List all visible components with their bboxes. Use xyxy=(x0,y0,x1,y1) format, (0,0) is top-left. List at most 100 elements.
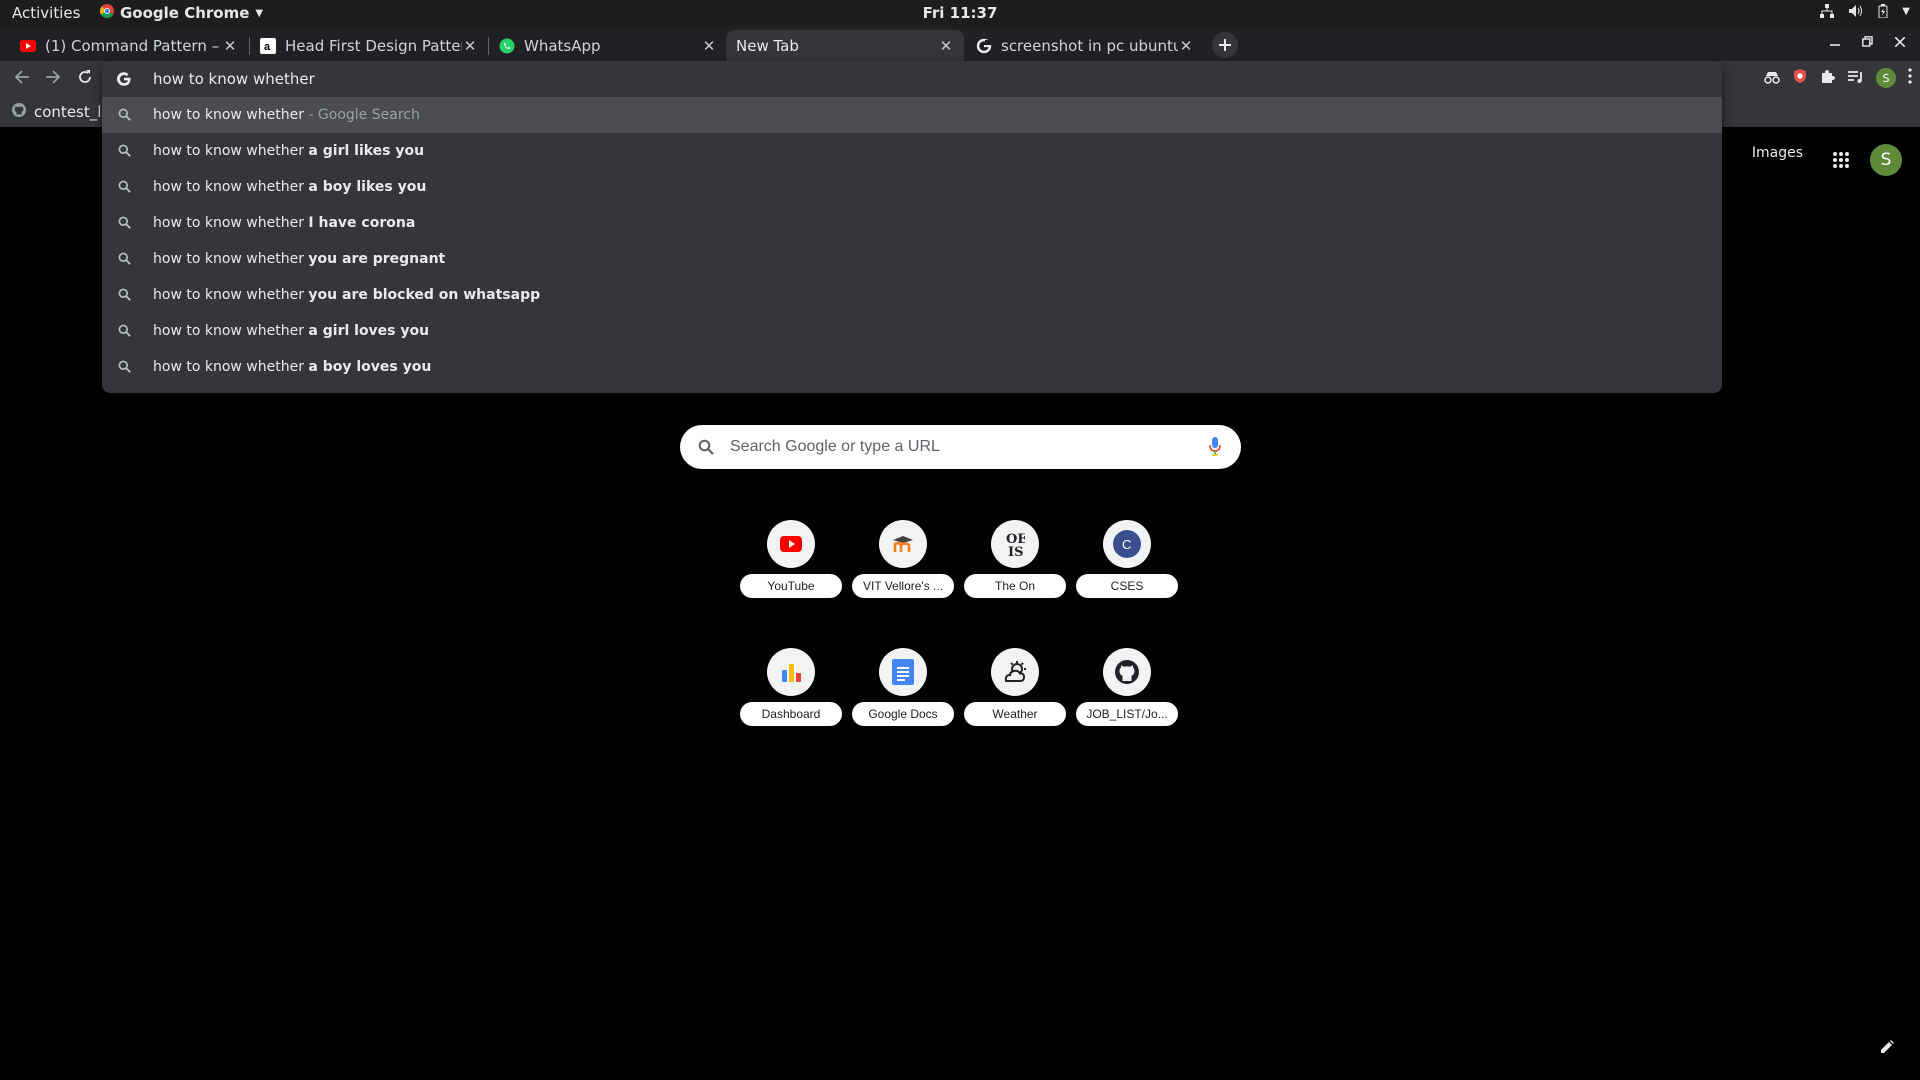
suggestion-prefix: how to know whether xyxy=(153,323,309,339)
search-icon xyxy=(118,108,131,125)
search-icon xyxy=(118,288,131,305)
suggestion-prefix: how to know whether xyxy=(153,287,309,303)
moodle-icon xyxy=(879,520,927,568)
chrome-icon xyxy=(100,4,114,22)
profile-avatar[interactable]: S xyxy=(1876,68,1896,88)
tab-title: New Tab xyxy=(736,36,799,55)
search-icon xyxy=(698,439,714,459)
github-icon xyxy=(1103,648,1151,696)
back-button[interactable] xyxy=(14,69,30,89)
more-vert-icon[interactable] xyxy=(1908,68,1912,88)
youtube-icon xyxy=(767,520,815,568)
suggestion-source: - Google Search xyxy=(303,107,420,123)
suggestion-item[interactable]: how to know whether a boy loves you xyxy=(102,349,1722,385)
bookmark-contest[interactable]: contest_l xyxy=(12,103,101,121)
svg-text:IS: IS xyxy=(1008,545,1023,557)
images-link[interactable]: Images xyxy=(1752,145,1803,161)
shield-icon[interactable] xyxy=(1792,68,1808,88)
chevron-down-icon: ▼ xyxy=(1902,5,1910,17)
whatsapp-icon xyxy=(499,38,515,54)
close-icon[interactable]: ✕ xyxy=(1178,37,1194,55)
system-top-bar: Activities Google Chrome ▼ Fri 11:37 ▼ xyxy=(0,0,1920,27)
suggestion-item[interactable]: how to know whether I have corona xyxy=(102,205,1722,241)
suggestion-item[interactable]: how to know whether a boy likes you xyxy=(102,169,1722,205)
suggestion-completion: you are blocked on whatsapp xyxy=(308,287,541,303)
microphone-icon[interactable] xyxy=(1209,437,1221,461)
suggestion-completion: a girl likes you xyxy=(308,143,425,159)
search-icon xyxy=(118,324,131,341)
suggestion-google-search[interactable]: how to know whether - Google Search xyxy=(102,97,1722,133)
close-icon[interactable]: ✕ xyxy=(462,37,478,55)
search-icon xyxy=(118,180,131,197)
shortcut-cses[interactable]: C CSES xyxy=(1076,520,1178,610)
tab-head-first[interactable]: a Head First Design Pattern ✕ xyxy=(250,30,488,61)
amazon-icon: a xyxy=(260,37,276,54)
tab-command-pattern[interactable]: (1) Command Pattern – De ✕ xyxy=(10,30,248,61)
media-control-icon[interactable] xyxy=(1848,69,1864,88)
suggestion-item[interactable]: how to know whether you are pregnant xyxy=(102,241,1722,277)
suggestion-list: how to know whether - Google Search how … xyxy=(102,97,1722,385)
suggestion-prefix: how to know whether xyxy=(153,143,309,159)
close-icon[interactable]: ✕ xyxy=(222,37,238,55)
suggestion-item[interactable]: how to know whether a girl loves you xyxy=(102,313,1722,349)
battery-icon xyxy=(1878,4,1888,18)
apps-grid-icon[interactable] xyxy=(1832,151,1850,173)
svg-text:a: a xyxy=(264,41,271,53)
tab-screenshot-search[interactable]: screenshot in pc ubuntu - ✕ xyxy=(966,30,1204,61)
shortcut-vit-vellore[interactable]: VIT Vellore's ... xyxy=(852,520,954,610)
activities-button[interactable]: Activities xyxy=(12,4,80,22)
system-tray[interactable]: ▼ xyxy=(1820,4,1910,18)
google-docs-icon xyxy=(879,648,927,696)
shortcut-label: Google Docs xyxy=(852,702,954,726)
forward-button[interactable] xyxy=(45,69,61,89)
suggestion-item[interactable]: how to know whether a girl likes you xyxy=(102,133,1722,169)
shortcut-weather[interactable]: Weather xyxy=(964,648,1066,738)
tab-new-tab[interactable]: New Tab ✕ xyxy=(726,30,964,61)
account-avatar[interactable]: S xyxy=(1870,144,1902,176)
suggestion-prefix: how to know whether xyxy=(153,179,309,195)
shortcut-dashboard[interactable]: Dashboard xyxy=(740,648,842,738)
clock[interactable]: Fri 11:37 xyxy=(0,4,1920,22)
shortcut-label: Weather xyxy=(964,702,1066,726)
minimize-button[interactable] xyxy=(1830,35,1840,51)
network-icon xyxy=(1820,4,1835,18)
ntp-search-box[interactable] xyxy=(680,425,1241,469)
github-icon xyxy=(12,103,26,121)
app-name: Google Chrome xyxy=(120,4,250,22)
plus-icon xyxy=(1219,36,1231,55)
google-icon xyxy=(116,71,132,91)
tab-strip: (1) Command Pattern – De ✕ a Head First … xyxy=(0,27,1920,61)
app-menu[interactable]: Google Chrome ▼ xyxy=(100,4,263,22)
suggestion-item[interactable]: how to know whether you are blocked on w… xyxy=(102,277,1722,313)
shortcut-google-docs[interactable]: Google Docs xyxy=(852,648,954,738)
tab-title: (1) Command Pattern – De xyxy=(45,36,222,55)
new-tab-button[interactable] xyxy=(1212,32,1238,58)
omnibox-popup: how to know whether how to know whether … xyxy=(102,61,1722,393)
suggestion-completion: I have corona xyxy=(308,215,416,231)
chevron-down-icon: ▼ xyxy=(255,7,264,19)
oeis-icon: OE IS xyxy=(991,520,1039,568)
reload-button[interactable] xyxy=(77,69,93,89)
puzzle-icon[interactable] xyxy=(1820,68,1836,88)
volume-icon xyxy=(1848,4,1864,18)
suggestion-query: how to know whether xyxy=(153,107,304,123)
close-window-button[interactable] xyxy=(1894,35,1906,51)
shortcut-label: YouTube xyxy=(740,574,842,598)
shortcut-label: VIT Vellore's ... xyxy=(852,574,954,598)
ntp-search-input[interactable] xyxy=(730,435,1190,459)
search-icon xyxy=(118,252,131,269)
close-icon[interactable]: ✕ xyxy=(938,37,954,55)
restore-button[interactable] xyxy=(1862,35,1873,51)
shortcut-oeis[interactable]: OE IS The On xyxy=(964,520,1066,610)
tab-whatsapp[interactable]: WhatsApp ✕ xyxy=(489,30,727,61)
customize-pencil-icon[interactable] xyxy=(1880,1039,1894,1058)
search-icon xyxy=(118,360,131,377)
incognito-icon[interactable] xyxy=(1764,69,1780,88)
shortcut-youtube[interactable]: YouTube xyxy=(740,520,842,610)
dashboard-icon xyxy=(767,648,815,696)
shortcut-label: JOB_LIST/Jo... xyxy=(1076,702,1178,726)
close-icon[interactable]: ✕ xyxy=(701,37,717,55)
omnibox-input[interactable]: how to know whether xyxy=(153,70,315,88)
shortcut-job-list[interactable]: JOB_LIST/Jo... xyxy=(1076,648,1178,738)
omnibox[interactable]: how to know whether xyxy=(102,61,1722,97)
